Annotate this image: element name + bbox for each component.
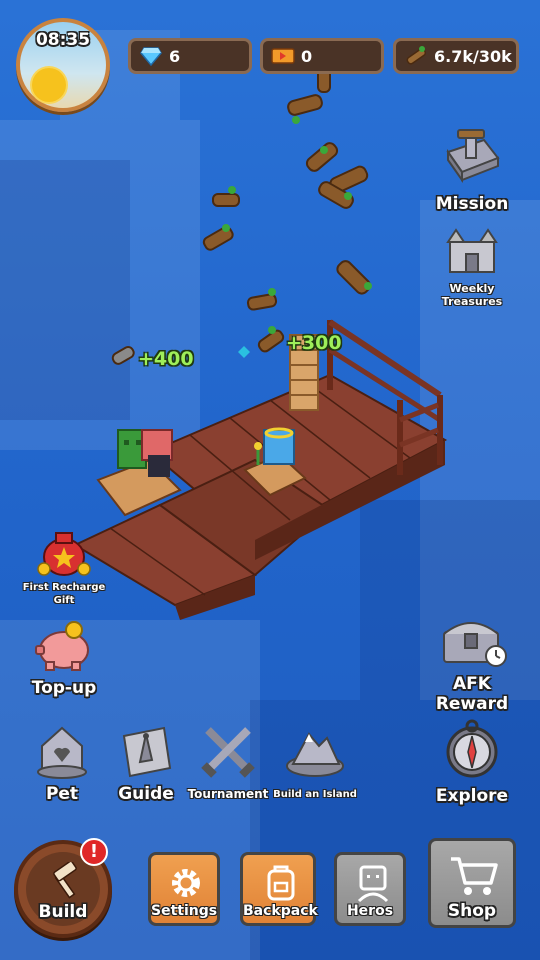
build-alert-badge: !	[80, 838, 108, 866]
guide-book-icon	[122, 726, 172, 778]
island-mountain-icon	[286, 732, 344, 777]
afk-reward-line2: Reward	[435, 694, 509, 714]
heros-label: Heros	[346, 903, 394, 919]
crossed-swords-icon	[201, 727, 255, 778]
log	[336, 260, 371, 295]
piggy-bank-icon	[35, 621, 89, 671]
gem-count: 6	[169, 46, 181, 66]
build-island-label: Build an Island	[273, 789, 357, 800]
log	[305, 142, 339, 172]
ticket-count: 0	[301, 46, 313, 66]
build-label: Build	[38, 902, 88, 922]
sun-icon	[32, 68, 66, 102]
guide-button[interactable]: Guide	[106, 722, 186, 804]
backpack-button[interactable]: Backpack	[240, 852, 318, 926]
top-up-button[interactable]: Top-up	[22, 620, 106, 698]
mission-label: Mission	[435, 194, 509, 214]
wood-gain-label: +400	[138, 348, 194, 370]
mission-button[interactable]: Mission	[432, 126, 512, 214]
compass-icon	[446, 719, 498, 778]
gear-icon	[172, 869, 200, 897]
log	[246, 293, 278, 311]
wood-gain-label: +300	[286, 332, 342, 354]
backpack-label: Backpack	[243, 903, 318, 919]
pet-button[interactable]: Pet	[22, 722, 102, 804]
pet-label: Pet	[45, 784, 79, 804]
log	[287, 94, 323, 116]
shopping-cart-icon	[451, 857, 498, 895]
backpack-icon	[267, 865, 295, 901]
afk-reward-button[interactable]: AFK Reward	[430, 610, 514, 714]
diamond-icon	[139, 44, 163, 68]
settings-button[interactable]: Settings	[148, 852, 220, 926]
shop-button[interactable]: Shop	[428, 838, 516, 928]
castle-icon	[446, 228, 498, 273]
ticket-counter[interactable]: 0	[260, 38, 384, 74]
explore-button[interactable]: Explore	[432, 718, 512, 806]
clock-time: 08:35	[35, 30, 91, 50]
settings-label: Settings	[151, 903, 218, 919]
build-island-button[interactable]: Build an Island	[272, 722, 358, 801]
explore-label: Explore	[435, 786, 509, 806]
first-recharge-line1: First Recharge	[22, 582, 106, 593]
wood-log-icon	[404, 44, 428, 68]
pet-house-icon	[37, 726, 87, 779]
weekly-treasures-line2: Treasures	[441, 295, 503, 308]
first-recharge-gift-button[interactable]: First Recharge Gift	[22, 525, 106, 607]
day-clock[interactable]: 08:35	[16, 18, 110, 112]
hero-portrait-icon	[357, 865, 389, 903]
log	[111, 346, 135, 365]
shop-label: Shop	[447, 901, 497, 921]
log	[212, 193, 240, 207]
guide-label: Guide	[118, 784, 174, 804]
wood-amount: 6.7k/30k	[434, 46, 512, 66]
money-bag-icon	[37, 532, 91, 576]
weekly-treasures-line1: Weekly	[449, 282, 495, 295]
quest-board-icon	[446, 129, 500, 184]
ticket-icon	[271, 44, 295, 68]
hammer-icon	[53, 862, 77, 899]
first-recharge-line2: Gift	[53, 595, 75, 606]
heros-button[interactable]: Heros	[334, 852, 406, 926]
treasure-chest-icon	[443, 622, 507, 667]
weekly-treasures-button[interactable]: Weekly Treasures	[432, 226, 512, 308]
top-up-label: Top-up	[31, 678, 97, 698]
tournament-label: Tournament	[187, 787, 269, 801]
tournament-button[interactable]: Tournament	[184, 722, 272, 801]
wood-counter[interactable]: 6.7k/30k	[393, 38, 519, 74]
afk-reward-line1: AFK	[453, 674, 491, 694]
gem-counter[interactable]: 6	[128, 38, 252, 74]
